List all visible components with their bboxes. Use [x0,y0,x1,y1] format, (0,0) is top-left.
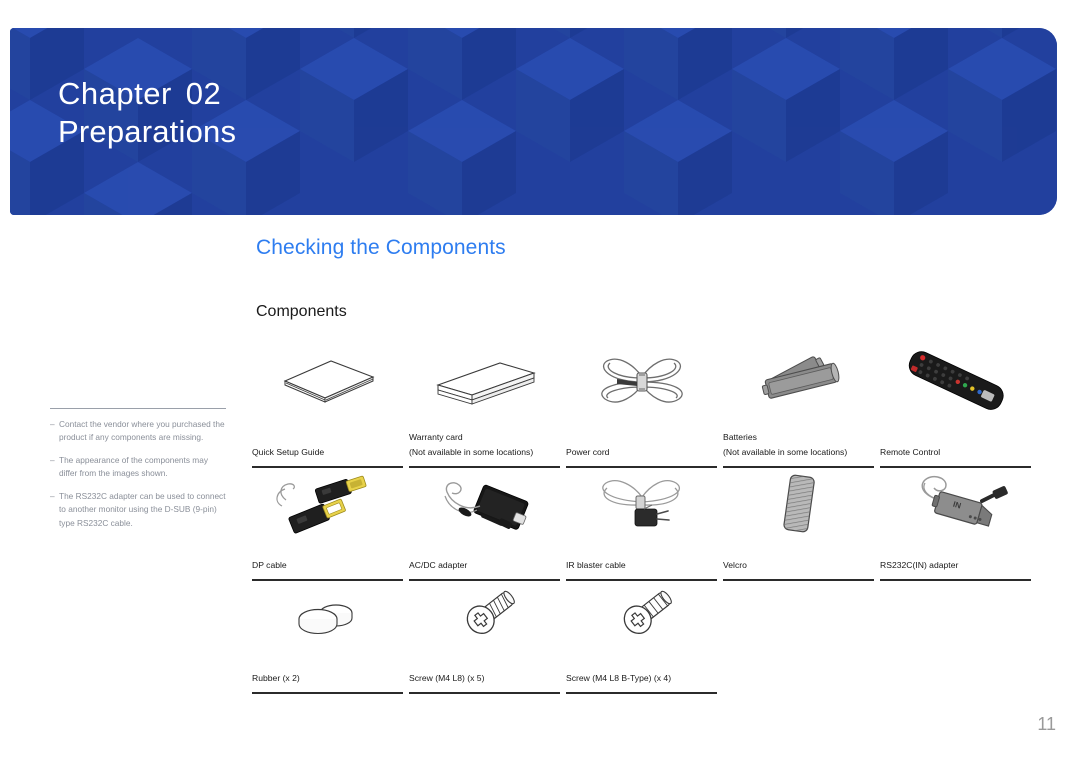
components-row: Quick Setup Guide Warranty card (Not avai… [252,345,1034,468]
cell-underline [252,692,403,694]
chapter-word: Chapter [58,76,172,111]
note-item: – The RS232C adapter can be used to conn… [50,490,226,530]
note-dash-marker: – [50,419,55,429]
component-label: Quick Setup Guide [252,446,325,457]
component-cell-remote-control: Remote Control [880,345,1031,468]
component-cell-ir-blaster-cable: IR blaster cable [566,468,717,581]
screw-m4l8-icon [409,581,560,653]
empty-art [880,581,1031,653]
chapter-banner: Chapter 02 Preparations [10,28,1057,215]
component-label-wrap: Velcro [723,540,874,579]
component-cell-quick-setup-guide: Quick Setup Guide [252,345,403,468]
page-number: 11 [1037,714,1056,734]
quick-setup-guide-icon [252,345,403,417]
remote-control-icon [880,345,1031,417]
velcro-icon [723,468,874,540]
note-dash-marker: – [50,454,55,465]
note-item: – The appearance of the components may d… [50,454,226,481]
note-text: The RS232C adapter can be used to connec… [59,490,226,528]
component-cell-empty [723,581,874,694]
note-dash-marker: – [50,490,55,501]
component-cell-dp-cable: DP cable [252,468,403,581]
component-label-wrap: Batteries (Not available in some location… [723,417,874,466]
batteries-icon [723,345,874,417]
component-label: RS232C(IN) adapter [880,559,959,570]
component-label-wrap: Screw (M4 L8) (x 5) [409,653,560,692]
screw-m4l8-btype-icon [566,581,717,653]
component-label-wrap: RS232C(IN) adapter [880,540,1031,579]
cell-underline [880,692,1031,694]
component-label-wrap: Screw (M4 L8 B-Type) (x 4) [566,653,717,692]
rubber-icon [252,581,403,653]
component-cell-ac-dc-adapter: AC/DC adapter [409,468,560,581]
component-cell-rubber: Rubber (x 2) [252,581,403,694]
component-label: Remote Control [880,446,941,457]
component-label: Screw (M4 L8) (x 5) [409,672,485,683]
component-label-wrap: Warranty card (Not available in some loca… [409,417,560,466]
component-label: Warranty card (Not available in some loca… [409,431,534,457]
components-grid: Quick Setup Guide Warranty card (Not avai… [252,345,1034,694]
component-label-wrap [880,653,1031,692]
note-text: The appearance of the components may dif… [59,454,208,479]
component-cell-power-cord: Power cord [566,345,717,468]
sub-section-title: Components [256,303,347,320]
components-row: Rubber (x 2) Screw (M4 L8) (x 5) Screw (… [252,581,1034,694]
component-cell-velcro: Velcro [723,468,874,581]
component-label: IR blaster cable [566,559,626,570]
rs232c-adapter-icon: IN [880,468,1031,540]
chapter-number: 02 [185,76,222,111]
notes-divider [50,408,226,409]
component-cell-empty [880,581,1031,694]
component-label-wrap: AC/DC adapter [409,540,560,579]
component-label-wrap: DP cable [252,540,403,579]
component-label: Rubber (x 2) [252,672,300,683]
component-label: Velcro [723,559,747,570]
component-cell-warranty-card: Warranty card (Not available in some loca… [409,345,560,468]
chapter-heading: Chapter 02 Preparations [58,76,236,150]
section-title: Checking the Components [256,236,506,259]
cell-underline [723,692,874,694]
component-label-wrap: Rubber (x 2) [252,653,403,692]
component-label-wrap: Remote Control [880,417,1031,466]
component-label-wrap: IR blaster cable [566,540,717,579]
note-item: – Contact the vendor where you purchased… [50,418,226,445]
component-label: Screw (M4 L8 B-Type) (x 4) [566,672,672,683]
component-label-wrap: Power cord [566,417,717,466]
ir-blaster-cable-icon [566,468,717,540]
cell-underline [566,692,717,694]
warranty-card-icon [409,345,560,417]
component-cell-screw-m4l8: Screw (M4 L8) (x 5) [409,581,560,694]
power-cord-icon [566,345,717,417]
component-label: Batteries (Not available in some location… [723,431,848,457]
component-label: AC/DC adapter [409,559,468,570]
dp-cable-icon [252,468,403,540]
chapter-name: Preparations [58,113,237,149]
component-cell-batteries: Batteries (Not available in some location… [723,345,874,468]
note-text: Contact the vendor where you purchased t… [59,419,225,443]
notes-panel: – Contact the vendor where you purchased… [50,408,226,530]
component-cell-rs232c-adapter: IN RS232C(IN) adapter [880,468,1031,581]
component-label-wrap: Quick Setup Guide [252,417,403,466]
cell-underline [409,692,560,694]
component-label: Power cord [566,446,610,457]
empty-art [723,581,874,653]
component-cell-screw-m4l8-btype: Screw (M4 L8 B-Type) (x 4) [566,581,717,694]
component-label: DP cable [252,559,287,570]
ac-dc-adapter-icon [409,468,560,540]
components-row: DP cable AC/DC adapter IR blaster cable … [252,468,1034,581]
component-label-wrap [723,653,874,692]
